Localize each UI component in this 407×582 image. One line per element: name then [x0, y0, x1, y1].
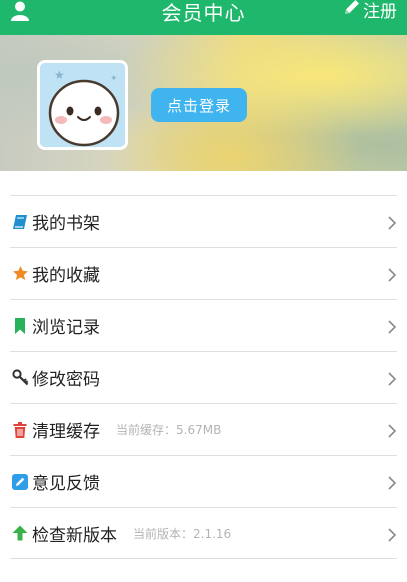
trash-icon — [11, 421, 29, 439]
profile-banner: ★ ✦ 点击登录 — [0, 35, 407, 171]
login-button[interactable]: 点击登录 — [151, 88, 247, 122]
chevron-right-icon — [387, 475, 397, 490]
user-icon[interactable] — [8, 0, 32, 22]
chevron-right-icon — [387, 371, 397, 386]
arrow-up-icon — [11, 524, 29, 542]
chevron-right-icon — [387, 215, 397, 230]
key-icon — [11, 369, 29, 387]
pencil-icon — [343, 0, 361, 21]
menu-item-label: 意见反馈 — [32, 474, 100, 494]
book-icon — [11, 213, 29, 231]
menu-item-label: 浏览记录 — [32, 318, 100, 338]
menu-item-label: 修改密码 — [32, 370, 100, 390]
page-title: 会员中心 — [161, 1, 246, 25]
menu-item-clear-cache[interactable]: 清理缓存 当前缓存：5.67MB — [10, 403, 397, 455]
chevron-right-icon — [387, 267, 397, 282]
member-menu: 我的书架 我的收藏 浏览记录 修改密码 清理缓存 当前缓存：5.67MB 意见反… — [10, 195, 397, 559]
svg-text:★: ★ — [54, 68, 65, 82]
svg-text:✦: ✦ — [110, 74, 118, 84]
version-text: 当前版本：2.1.16 — [133, 526, 232, 541]
spacer — [0, 171, 407, 195]
register-button[interactable]: 注册 — [343, 0, 397, 22]
menu-item-label: 我的收藏 — [32, 266, 100, 286]
star-icon — [11, 265, 29, 283]
header-bar: 会员中心 注册 — [0, 0, 407, 35]
avatar[interactable]: ★ ✦ — [37, 60, 128, 150]
menu-item-bookshelf[interactable]: 我的书架 — [10, 195, 397, 247]
menu-item-label: 检查新版本 — [32, 525, 117, 546]
menu-item-check-update[interactable]: 检查新版本 当前版本：2.1.16 — [10, 507, 397, 559]
bookmark-icon — [11, 317, 29, 335]
menu-item-label: 清理缓存 — [32, 422, 100, 442]
chevron-right-icon — [387, 319, 397, 334]
menu-item-change-password[interactable]: 修改密码 — [10, 351, 397, 403]
menu-item-feedback[interactable]: 意见反馈 — [10, 455, 397, 507]
edit-icon — [11, 473, 29, 491]
menu-item-favorites[interactable]: 我的收藏 — [10, 247, 397, 299]
chevron-right-icon — [387, 423, 397, 438]
menu-item-label: 我的书架 — [32, 214, 100, 234]
menu-item-history[interactable]: 浏览记录 — [10, 299, 397, 351]
chevron-right-icon — [387, 527, 397, 542]
cache-size-text: 当前缓存：5.67MB — [116, 423, 222, 437]
register-label: 注册 — [363, 1, 397, 22]
